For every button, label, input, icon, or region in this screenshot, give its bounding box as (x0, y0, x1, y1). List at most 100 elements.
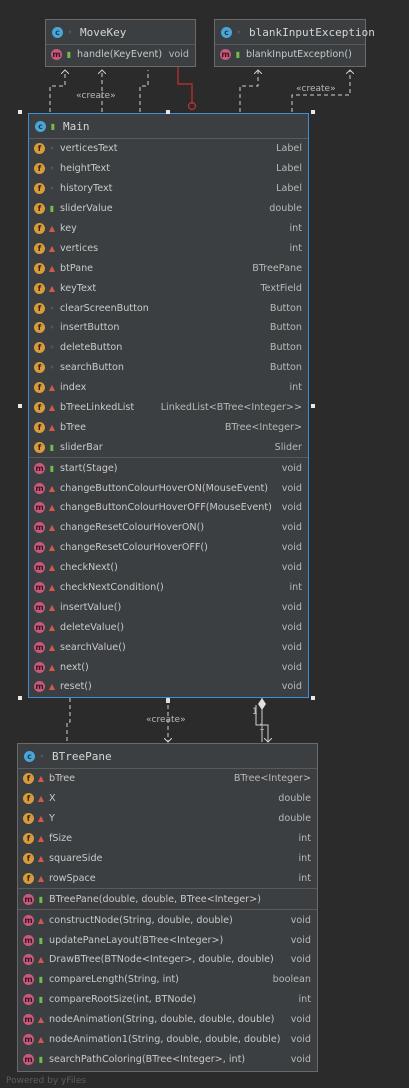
field-row[interactable]: f ◦ clearScreenButton Button (29, 298, 308, 318)
method-row[interactable]: m ▲ DrawBTree(BTNode<Integer>, double, dou… (18, 950, 317, 970)
field-row[interactable]: f ◦ insertButton Button (29, 318, 308, 338)
resize-handle[interactable] (311, 404, 315, 408)
method-row[interactable]: m ▲ constructNode(String, double, double) v… (18, 910, 317, 930)
member-name: rowSpace (49, 872, 96, 884)
resize-handle[interactable] (311, 696, 315, 700)
member-type: int (298, 853, 311, 864)
constructor-row[interactable]: m ▮ BTreePane(double, double, BTree<Intege… (18, 889, 317, 909)
method-row[interactable]: m ▲ changeResetColourHoverON() void (29, 518, 308, 538)
class-title: blankInputException (249, 25, 375, 39)
member-name: checkNext() (60, 562, 118, 574)
method-icon: m (220, 49, 231, 61)
field-icon: f (34, 163, 45, 175)
method-row[interactable]: m ▲ deleteValue() void (29, 617, 308, 637)
field-row[interactable]: f ▮ sliderBar Slider (29, 437, 308, 457)
resize-handle[interactable] (166, 110, 170, 114)
method-row[interactable]: m ▮ handle(KeyEvent) void (46, 45, 195, 65)
resize-handle[interactable] (18, 404, 22, 408)
field-row[interactable]: f ◦ historyText Label (29, 179, 308, 199)
method-row[interactable]: m ▮ searchPathColoring(BTree<Integer>, int… (18, 1049, 317, 1069)
field-icon: f (34, 282, 45, 294)
field-row[interactable]: f ▲ btPane BTreePane (29, 258, 308, 278)
field-row[interactable]: f ▲ index int (29, 378, 308, 398)
private-lock-icon: ▲ (37, 814, 45, 824)
class-movekey[interactable]: c ◦ MoveKey m ▮ handle(KeyEvent) void (45, 19, 196, 67)
class-blankinputexception[interactable]: c ◦ blankInputException m ▮ blankInputEx… (214, 19, 375, 67)
class-main[interactable]: c ▮ Main f ◦ verticesText Label f ◦ heightText… (28, 113, 309, 698)
method-row[interactable]: m ▲ next() void (29, 657, 308, 677)
method-row[interactable]: m ▲ reset() void (29, 677, 308, 697)
private-lock-icon: ▲ (37, 774, 45, 784)
class-header: c ◦ blankInputException (215, 20, 375, 45)
field-icon: f (34, 382, 45, 394)
field-row[interactable]: f ▲ keyText TextField (29, 278, 308, 298)
method-icon: m (23, 893, 34, 905)
resize-handle[interactable] (18, 110, 22, 114)
member-type: void (281, 601, 302, 613)
field-row[interactable]: f ▲ Xdouble (18, 789, 317, 809)
method-row[interactable]: m ▮ compareLength(String, int) boolean (18, 970, 317, 990)
field-row[interactable]: f ▲ key int (29, 219, 308, 239)
member-type: double (269, 203, 302, 215)
method-row[interactable]: m ▲ insertValue() void (29, 597, 308, 617)
field-row[interactable]: f ▲ bTree BTree<Integer> (29, 417, 308, 437)
field-row[interactable]: f ▲ bTreeLinkedList LinkedList<BTree<Intege… (29, 398, 308, 418)
field-row[interactable]: f ◦ searchButton Button (29, 358, 308, 378)
private-lock-icon: ▲ (48, 622, 56, 632)
member-name: bTree (60, 421, 87, 433)
member-type: void (290, 914, 311, 926)
method-row[interactable]: m ▲ changeResetColourHoverOFF() void (29, 538, 308, 558)
member-name: squareSide (49, 853, 103, 864)
private-lock-icon: ▲ (48, 602, 56, 612)
resize-handle[interactable] (18, 696, 22, 700)
method-row[interactable]: m ▮ blankInputException() (215, 45, 365, 65)
field-icon: f (34, 262, 45, 274)
method-row[interactable]: m ▲ nodeAnimation1(String, double, double,… (18, 1030, 317, 1050)
class-icon: c (35, 120, 46, 132)
member-name: sliderValue (60, 203, 113, 215)
member-name: searchValue() (60, 641, 126, 653)
field-row[interactable]: f ▮ sliderValue double (29, 199, 308, 219)
member-type: BTreePane (252, 262, 302, 274)
class-title: Main (63, 119, 90, 133)
method-row[interactable]: m ▲ changeButtonColourHoverON(MouseEvent) v… (29, 478, 308, 498)
method-icon: m (23, 934, 34, 946)
public-visibility-icon: ▮ (38, 1054, 44, 1064)
method-row[interactable]: m ▮ start(Stage) void (29, 458, 308, 478)
public-visibility-icon: ▮ (49, 463, 55, 473)
field-row[interactable]: f ▲ rowSpace int (18, 868, 317, 888)
member-type: Label (276, 183, 302, 195)
field-row[interactable]: f ▲ squareSide int (18, 849, 317, 869)
member-name: changeButtonColourHoverON(MouseEvent) (60, 482, 269, 494)
method-row[interactable]: m ▲ nodeAnimation(String, double, double, … (18, 1010, 317, 1030)
field-row[interactable]: f ▲ fSize int (18, 829, 317, 849)
method-row[interactable]: m ▲ checkNextCondition() int (29, 578, 308, 598)
member-type: int (289, 382, 302, 394)
field-row[interactable]: f ▲ vertices int (29, 238, 308, 258)
usage-link-movekey (139, 70, 149, 112)
member-name: bTreeLinkedList (60, 402, 135, 414)
field-icon: f (23, 853, 34, 864)
field-row[interactable]: f ◦ heightText Label (29, 159, 308, 179)
method-row[interactable]: m ▲ searchValue() void (29, 637, 308, 657)
member-type: void (281, 542, 302, 554)
class-btreepane[interactable]: c ◦ BTreePane f ▲ bTree BTree<Integer> f ▲ Xdo… (17, 743, 318, 1072)
method-row[interactable]: m ▲ checkNext() void (29, 558, 308, 578)
field-row[interactable]: f ▲ Ydouble (18, 809, 317, 829)
method-row[interactable]: m ▮ updatePaneLayout(BTree<Integer>) void (18, 930, 317, 950)
field-row[interactable]: f ▲ bTree BTree<Integer> (18, 769, 317, 789)
method-list: m ▮ blankInputException() (215, 45, 365, 65)
create-label-blank: «create» (296, 84, 336, 94)
field-row[interactable]: f ◦ verticesText Label (29, 139, 308, 159)
resize-handle[interactable] (311, 110, 315, 114)
method-icon: m (34, 542, 45, 554)
member-type: int (289, 223, 302, 234)
member-name: key (60, 223, 77, 234)
private-lock-icon: ▲ (48, 403, 56, 413)
public-visibility-icon: ▮ (49, 442, 55, 452)
method-row[interactable]: m ▮ compareRootSize(int, BTNode) int (18, 990, 317, 1010)
method-icon: m (51, 49, 62, 61)
method-row[interactable]: m ▲ changeButtonColourHoverOFF(MouseEvent)… (29, 498, 308, 518)
member-type: void (290, 1053, 311, 1065)
field-row[interactable]: f ◦ deleteButton Button (29, 338, 308, 358)
